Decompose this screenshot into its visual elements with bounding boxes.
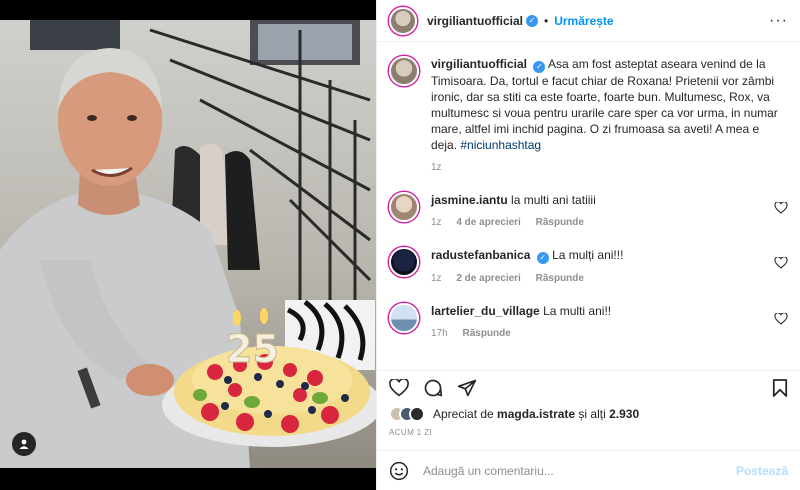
- author-avatar[interactable]: [389, 56, 419, 86]
- comment-row: jasmine.iantu la multi ani tatiiii 1z 4 …: [389, 192, 788, 231]
- liker-avatar: [409, 406, 425, 422]
- author-username[interactable]: virgiliantuofficial: [427, 14, 523, 28]
- more-options-icon[interactable]: ···: [769, 12, 788, 30]
- comment-text: la multi ani tatiiii: [511, 193, 596, 207]
- comment-time: 1z: [431, 217, 442, 228]
- post-photo[interactable]: 25: [0, 20, 376, 468]
- separator-dot: •: [544, 13, 549, 28]
- commenter-avatar[interactable]: [389, 303, 419, 333]
- heart-icon[interactable]: [389, 378, 409, 397]
- verified-badge-icon: ✓: [526, 14, 539, 27]
- caption-time: 1z: [431, 162, 442, 173]
- post-photo-illustration: 25: [0, 20, 376, 468]
- reply-button[interactable]: Răspunde: [536, 273, 584, 284]
- candle-number: 25: [226, 327, 279, 371]
- comment-row: radustefanbanica ✓ La mulți ani!!! 1z 2 …: [389, 247, 788, 287]
- commenter-avatar[interactable]: [389, 192, 419, 222]
- liker-username[interactable]: magda.istrate: [497, 407, 575, 421]
- comment-likes-link[interactable]: 2 de aprecieri: [456, 273, 520, 284]
- comment-input[interactable]: [423, 463, 736, 478]
- hashtag-link[interactable]: #niciunhashtag: [460, 138, 541, 152]
- post-timestamp[interactable]: ACUM 1 ZI: [377, 422, 800, 444]
- caption-username[interactable]: virgiliantuofficial: [431, 57, 527, 71]
- likes-text: Apreciat de magda.istrate și alți 2.930: [433, 407, 639, 421]
- comment-username[interactable]: lartelier_du_village: [431, 304, 540, 318]
- likes-count[interactable]: 2.930: [609, 407, 639, 421]
- comment-text: La multi ani!!: [543, 304, 612, 318]
- comment-like-heart-icon[interactable]: [774, 313, 788, 325]
- comment-username[interactable]: jasmine.iantu: [431, 193, 508, 207]
- comment-row: lartelier_du_village La multi ani!! 17h …: [389, 303, 788, 342]
- likes-summary: Apreciat de magda.istrate și alți 2.930: [377, 404, 800, 422]
- reply-button[interactable]: Răspunde: [536, 217, 584, 228]
- likes-suffix: și alți: [578, 407, 606, 421]
- post-photo-panel: 25: [0, 0, 376, 490]
- comment-icon[interactable]: [423, 378, 443, 398]
- verified-badge-icon: ✓: [536, 252, 549, 264]
- verified-badge-icon: ✓: [533, 61, 546, 73]
- follow-button[interactable]: Urmărește: [554, 14, 613, 28]
- caption: virgiliantuofficial ✓ Asa am fost astept…: [389, 56, 788, 176]
- commenter-avatar[interactable]: [389, 247, 419, 277]
- instagram-post-view: 25 virgiliantuofficial ✓ • Urmărește ···: [0, 0, 800, 490]
- comment-time: 17h: [431, 328, 448, 339]
- comment-text: La mulți ani!!!: [552, 248, 624, 262]
- post-header: virgiliantuofficial ✓ • Urmărește ···: [377, 0, 800, 42]
- emoji-icon[interactable]: [389, 461, 409, 481]
- likes-prefix: Apreciat de: [433, 407, 494, 421]
- comment-like-heart-icon[interactable]: [774, 202, 788, 214]
- post-comment-button[interactable]: Postează: [736, 464, 788, 478]
- user-tag-icon[interactable]: [12, 432, 36, 456]
- comment-like-heart-icon[interactable]: [774, 257, 788, 269]
- comment-time: 1z: [431, 273, 442, 284]
- post-side-panel: virgiliantuofficial ✓ • Urmărește ··· vi…: [376, 0, 800, 490]
- reply-button[interactable]: Răspunde: [462, 328, 510, 339]
- comment-likes-link[interactable]: 4 de aprecieri: [456, 217, 520, 228]
- bookmark-icon[interactable]: [772, 378, 788, 398]
- comments-list[interactable]: virgiliantuofficial ✓ Asa am fost astept…: [377, 42, 800, 370]
- share-icon[interactable]: [457, 378, 477, 398]
- comment-username[interactable]: radustefanbanica: [431, 248, 530, 262]
- post-actions-bar: [377, 370, 800, 404]
- add-comment-bar: Postează: [377, 450, 800, 490]
- author-avatar[interactable]: [389, 6, 417, 35]
